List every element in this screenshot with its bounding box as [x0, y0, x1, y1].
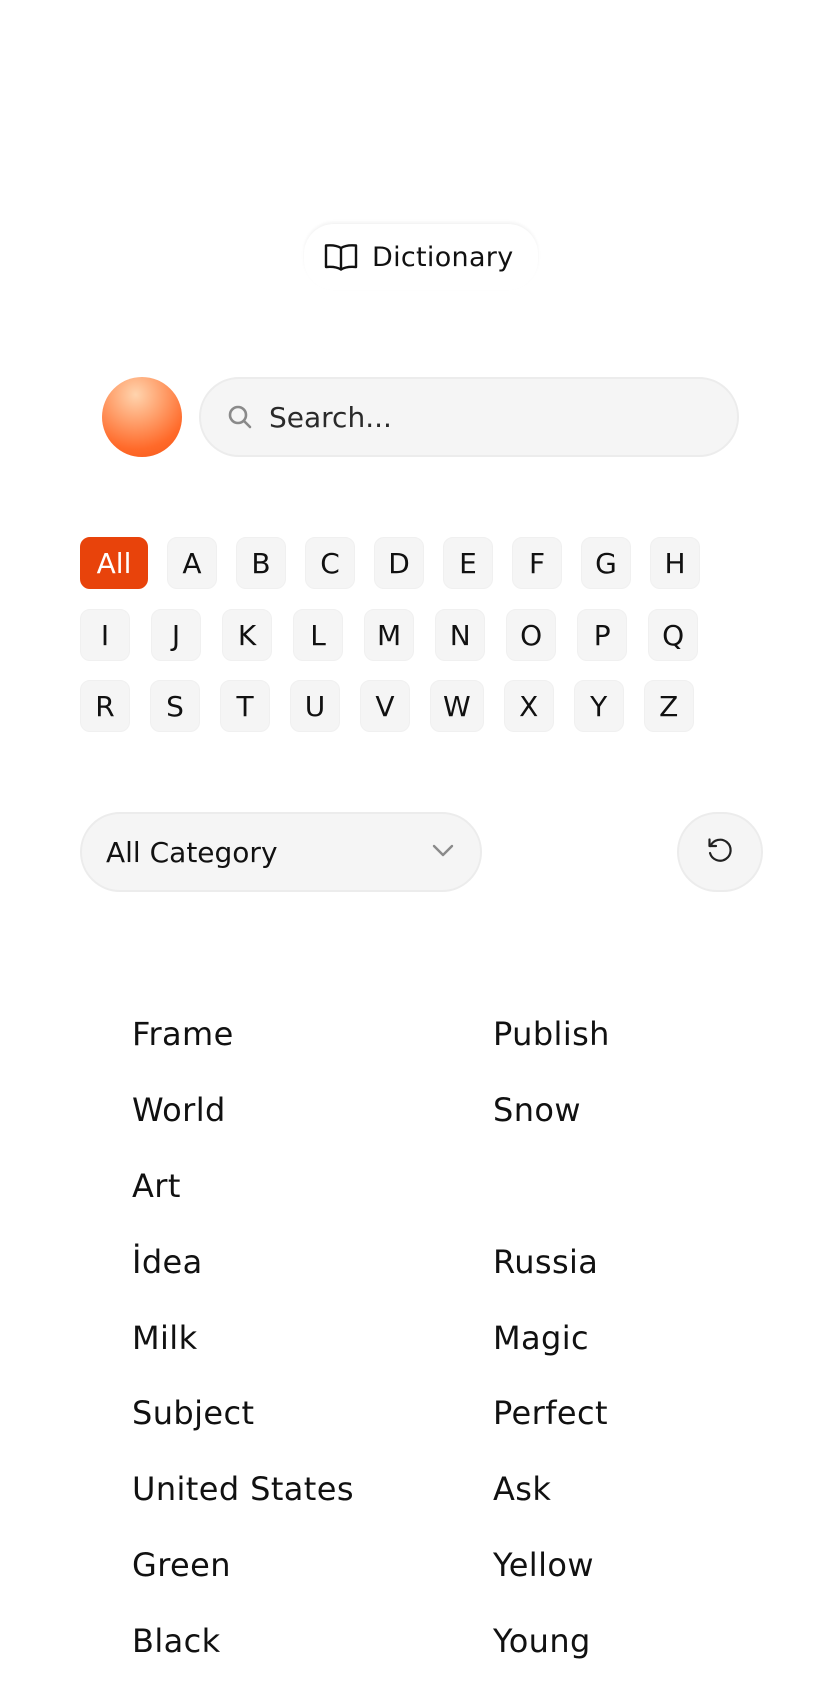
letter-filter-m[interactable]: M: [364, 609, 415, 661]
word-item[interactable]: Subject: [132, 1383, 493, 1443]
dictionary-title: Dictionary: [372, 241, 514, 273]
word-item[interactable]: Russia: [493, 1232, 732, 1292]
search-box[interactable]: [199, 377, 739, 457]
letter-filter-row-3: R S T U V W X Y Z: [80, 680, 694, 732]
word-item[interactable]: Black: [132, 1611, 493, 1671]
dictionary-tab[interactable]: Dictionary: [304, 224, 538, 290]
letter-filter-k[interactable]: K: [222, 609, 272, 661]
letter-filter-n[interactable]: N: [435, 609, 486, 661]
letter-filter-r[interactable]: R: [80, 680, 130, 732]
word-item[interactable]: Frame: [132, 1004, 493, 1064]
book-open-icon: [324, 242, 358, 272]
letter-filter-e[interactable]: E: [443, 537, 493, 589]
word-item[interactable]: Young: [493, 1611, 732, 1671]
word-item[interactable]: Green: [132, 1535, 493, 1595]
search-icon: [227, 404, 253, 430]
word-item[interactable]: Yellow: [493, 1535, 732, 1595]
letter-filter-row-1: All A B C D E F G H: [80, 537, 700, 589]
word-item[interactable]: Publish: [493, 1004, 732, 1064]
word-item[interactable]: Ask: [493, 1459, 732, 1519]
letter-filter-s[interactable]: S: [150, 680, 200, 732]
letter-filter-u[interactable]: U: [290, 680, 340, 732]
word-list: Frame Publish World Snow Art İdea Russia…: [132, 1004, 732, 1687]
search-input[interactable]: [269, 400, 709, 434]
letter-filter-x[interactable]: X: [503, 680, 554, 732]
letter-filter-all[interactable]: All: [80, 537, 148, 589]
letter-filter-f[interactable]: F: [512, 537, 562, 589]
letter-filter-q[interactable]: Q: [648, 609, 699, 661]
letter-filter-c[interactable]: C: [305, 537, 355, 589]
word-item[interactable]: Art: [132, 1156, 493, 1216]
word-item[interactable]: World: [132, 1080, 493, 1140]
letter-filter-a[interactable]: A: [167, 537, 217, 589]
word-item[interactable]: United States: [132, 1459, 493, 1519]
letter-filter-l[interactable]: L: [293, 609, 343, 661]
letter-filter-t[interactable]: T: [220, 680, 270, 732]
word-item[interactable]: Magic: [493, 1308, 732, 1368]
letter-filter-i[interactable]: I: [80, 609, 130, 661]
letter-filter-b[interactable]: B: [236, 537, 286, 589]
category-dropdown[interactable]: All Category: [80, 812, 482, 892]
letter-filter-row-2: I J K L M N O P Q: [80, 609, 699, 661]
letter-filter-h[interactable]: H: [650, 537, 700, 589]
word-item[interactable]: Perfect: [493, 1383, 732, 1443]
word-item[interactable]: İdea: [132, 1232, 493, 1292]
letter-filter-z[interactable]: Z: [643, 680, 694, 732]
letter-filter-v[interactable]: V: [360, 680, 410, 732]
letter-filter-w[interactable]: W: [430, 680, 484, 732]
reset-button[interactable]: [677, 812, 763, 892]
letter-filter-g[interactable]: G: [581, 537, 631, 589]
word-item-empty: [493, 1156, 732, 1216]
word-item[interactable]: Snow: [493, 1080, 732, 1140]
avatar[interactable]: [102, 377, 182, 457]
reset-icon: [705, 835, 735, 869]
word-item[interactable]: Milk: [132, 1308, 493, 1368]
letter-filter-y[interactable]: Y: [573, 680, 624, 732]
chevron-down-icon: [432, 843, 454, 862]
letter-filter-d[interactable]: D: [374, 537, 424, 589]
category-selected-label: All Category: [106, 835, 278, 869]
letter-filter-j[interactable]: J: [151, 609, 201, 661]
letter-filter-o[interactable]: O: [506, 609, 557, 661]
letter-filter-p[interactable]: P: [577, 609, 628, 661]
